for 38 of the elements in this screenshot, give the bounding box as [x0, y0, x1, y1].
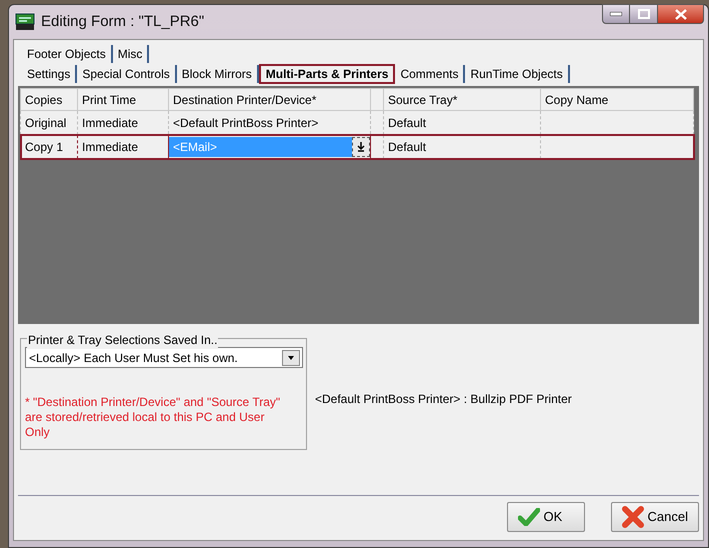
tab[interactable]: Special Controls [77, 65, 177, 83]
tab[interactable]: Multi-Parts & Printers [258, 64, 396, 84]
window-title: Editing Form : "TL_PR6" [41, 12, 204, 32]
column-header: Copy Name [540, 88, 694, 110]
storage-dropdown[interactable]: <Locally> Each User Must Set his own. [25, 347, 303, 368]
tab[interactable]: Misc [112, 45, 150, 63]
minimize-icon [610, 12, 622, 16]
selected-row[interactable]: Copy 1 Immediate <EMail> Default [20, 134, 694, 158]
table-cell: Immediate [82, 116, 138, 130]
tab[interactable]: Comments [395, 65, 466, 83]
column-header: Copies [20, 88, 78, 110]
column-header: Destination Printer/Device* [168, 88, 370, 110]
tab[interactable]: Footer Objects [22, 45, 113, 63]
column-header: Print Time [78, 88, 168, 110]
cancel-button[interactable]: Cancel [610, 502, 699, 532]
close-icon [674, 8, 686, 20]
table-cell: Immediate [82, 140, 138, 154]
cross-icon [622, 506, 644, 528]
dropdown-button[interactable] [352, 136, 370, 156]
table-cell: Original [25, 116, 66, 130]
download-arrow-icon [357, 142, 365, 152]
maximize-button[interactable] [630, 4, 658, 24]
table-cell: <Default PrintBoss Printer> [173, 116, 318, 130]
checkmark-icon [518, 508, 540, 526]
table-cell: Default [388, 140, 426, 154]
app-logo-icon [15, 13, 35, 31]
tab[interactable]: Settings [22, 65, 78, 83]
table-cell: Default [388, 116, 426, 130]
default-printer-info: <Default PrintBoss Printer> : Bullzip PDF Printer [315, 391, 572, 408]
storage-note: * "Destination Printer/Device" and "Source Tray" are stored/retrieved local to this PC and User Only [25, 395, 282, 440]
tab[interactable]: RunTime Objects [465, 65, 570, 83]
minimize-button[interactable] [602, 4, 630, 24]
table-cell: Copy 1 [25, 140, 64, 154]
close-button[interactable] [658, 4, 704, 24]
table-row[interactable]: Original Immediate <Default PrintBoss Printer> Default [20, 110, 694, 134]
ok-button[interactable]: OK [506, 502, 585, 532]
maximize-icon [638, 9, 650, 19]
column-header: Source Tray* [384, 88, 540, 110]
